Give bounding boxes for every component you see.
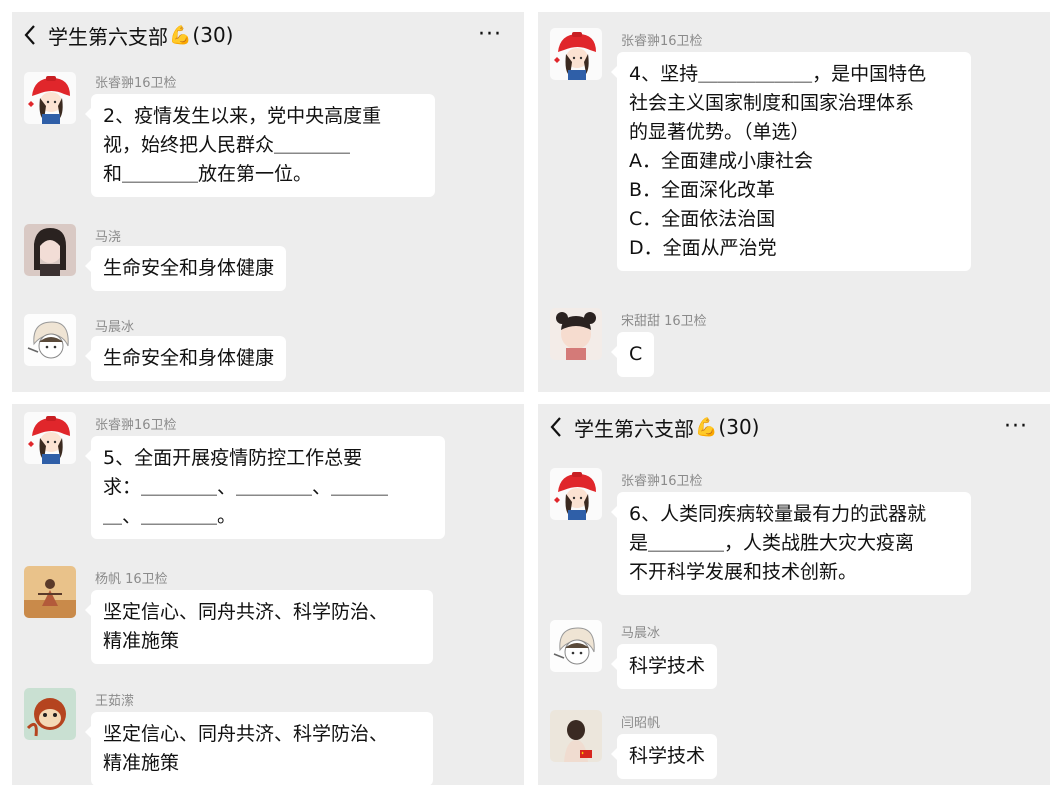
flexed-arm-emoji: 💪 <box>695 416 718 438</box>
message-line: 的显著优势。（单选） <box>629 121 810 143</box>
message-bubble[interactable]: 科学技术 <box>610 644 718 689</box>
sender-name: 张睿翀16卫检 <box>95 76 177 91</box>
chat-title: 学生第六支部 <box>574 416 694 441</box>
sender-name: 张睿翀16卫检 <box>621 474 703 489</box>
chat-header: 学生第六支部 💪 (30) ··· <box>538 404 1050 450</box>
message-bubble[interactable]: 生命安全和身体健康 <box>84 336 287 381</box>
answer-option: C．全面依法治国 <box>629 208 776 230</box>
sender-name: 马浇 <box>95 230 122 245</box>
chat-header: 学生第六支部 💪 (30) ··· <box>12 12 524 58</box>
cartoon-monkey-avatar[interactable] <box>24 688 76 740</box>
red-helmet-girl-avatar[interactable] <box>24 412 76 464</box>
flexed-arm-emoji: 💪 <box>169 24 192 46</box>
chat-panel-2: 张睿翀16卫检 4、坚持＿＿＿＿＿＿，是中国特色 社会主义国家制度和国家治理体系… <box>538 12 1050 392</box>
message-line: 科学技术 <box>629 745 706 767</box>
message-bubble[interactable]: 科学技术 <box>610 734 718 779</box>
message-line: 坚定信心、同舟共济、科学防治、 <box>103 601 389 623</box>
girl-photo-avatar[interactable] <box>24 224 76 276</box>
message-bubble[interactable]: 生命安全和身体健康 <box>84 246 287 291</box>
more-dots-icon[interactable]: ··· <box>478 22 502 47</box>
message-line: 不开科学发展和技术创新。 <box>629 561 858 583</box>
chat-title: 学生第六支部 <box>48 24 168 49</box>
sender-name: 张睿翀16卫检 <box>95 418 177 433</box>
message-line: 4、坚持＿＿＿＿＿＿，是中国特色 <box>629 63 927 85</box>
message-line: 生命安全和身体健康 <box>103 347 275 369</box>
member-count: (30) <box>718 415 760 439</box>
desert-photo-avatar[interactable] <box>24 566 76 618</box>
message-line: 求：＿＿＿＿、＿＿＿＿、＿＿＿ <box>103 476 389 498</box>
message-bubble[interactable]: 4、坚持＿＿＿＿＿＿，是中国特色 社会主义国家制度和国家治理体系 的显著优势。（… <box>611 52 971 271</box>
member-count: (30) <box>192 23 234 47</box>
sender-name: 马晨冰 <box>95 320 135 335</box>
message-bubble[interactable]: C <box>610 332 655 377</box>
message-bubble[interactable]: 2、疫情发生以来，党中央高度重 视，始终把人民群众＿＿＿＿ 和＿＿＿＿放在第一位… <box>85 94 435 197</box>
message-line: 视，始终把人民群众＿＿＿＿ <box>103 134 351 156</box>
message-line: 2、疫情发生以来，党中央高度重 <box>103 105 382 127</box>
message-line: 是＿＿＿＿，人类战胜大灾大疫离 <box>629 532 915 554</box>
message-line: 生命安全和身体健康 <box>103 257 275 279</box>
sender-name: 马晨冰 <box>621 626 661 641</box>
sender-name: 王茹潆 <box>95 694 135 709</box>
answer-option: B．全面深化改革 <box>629 179 776 201</box>
chat-panel-4: 学生第六支部 💪 (30) ··· 张睿翀16卫检 6、人类同疾病较量最有力的武… <box>538 404 1050 785</box>
back-view-girl-avatar[interactable] <box>550 710 602 762</box>
message-line: 5、全面开展疫情防控工作总要 <box>103 447 363 469</box>
sender-name: 宋甜甜 16卫检 <box>621 314 707 329</box>
cartoon-girl-avatar[interactable] <box>24 314 76 366</box>
message-line: 6、人类同疾病较量最有力的武器就 <box>629 503 927 525</box>
chevron-left-icon[interactable] <box>12 24 48 46</box>
red-helmet-girl-avatar[interactable] <box>24 72 76 124</box>
message-line: ＿、＿＿＿＿。 <box>103 505 237 527</box>
chat-panel-1: 学生第六支部 💪 (30) ··· 张睿翀16卫检 2、疫情发生以来，党中央高度… <box>12 12 524 392</box>
cute-girl-avatar[interactable] <box>550 308 602 360</box>
message-bubble[interactable]: 坚定信心、同舟共济、科学防治、 精准施策 <box>85 590 433 664</box>
sender-name: 杨帆 16卫检 <box>95 572 168 587</box>
red-helmet-girl-avatar[interactable] <box>550 468 602 520</box>
message-line: 科学技术 <box>629 655 706 677</box>
more-dots-icon[interactable]: ··· <box>1004 414 1028 439</box>
answer-option: D．全面从严治党 <box>629 237 777 259</box>
message-line: 坚定信心、同舟共济、科学防治、 <box>103 723 389 745</box>
red-helmet-girl-avatar[interactable] <box>550 28 602 80</box>
chevron-left-icon[interactable] <box>538 416 574 438</box>
sender-name: 闫昭帆 <box>621 716 661 731</box>
message-line: 精准施策 <box>103 752 180 774</box>
message-line: 和＿＿＿＿放在第一位。 <box>103 163 313 185</box>
message-line: 社会主义国家制度和国家治理体系 <box>629 92 915 114</box>
message-line: 精准施策 <box>103 630 180 652</box>
message-bubble[interactable]: 坚定信心、同舟共济、科学防治、 精准施策 <box>85 712 433 785</box>
cartoon-girl-avatar[interactable] <box>550 620 602 672</box>
message-bubble[interactable]: 5、全面开展疫情防控工作总要 求：＿＿＿＿、＿＿＿＿、＿＿＿ ＿、＿＿＿＿。 <box>85 436 445 539</box>
message-bubble[interactable]: 6、人类同疾病较量最有力的武器就 是＿＿＿＿，人类战胜大灾大疫离 不开科学发展和… <box>611 492 971 595</box>
answer-option: A．全面建成小康社会 <box>629 150 813 172</box>
sender-name: 张睿翀16卫检 <box>621 34 703 49</box>
chat-panel-3: 张睿翀16卫检 5、全面开展疫情防控工作总要 求：＿＿＿＿、＿＿＿＿、＿＿＿ ＿… <box>12 404 524 785</box>
message-line: C <box>629 343 643 365</box>
